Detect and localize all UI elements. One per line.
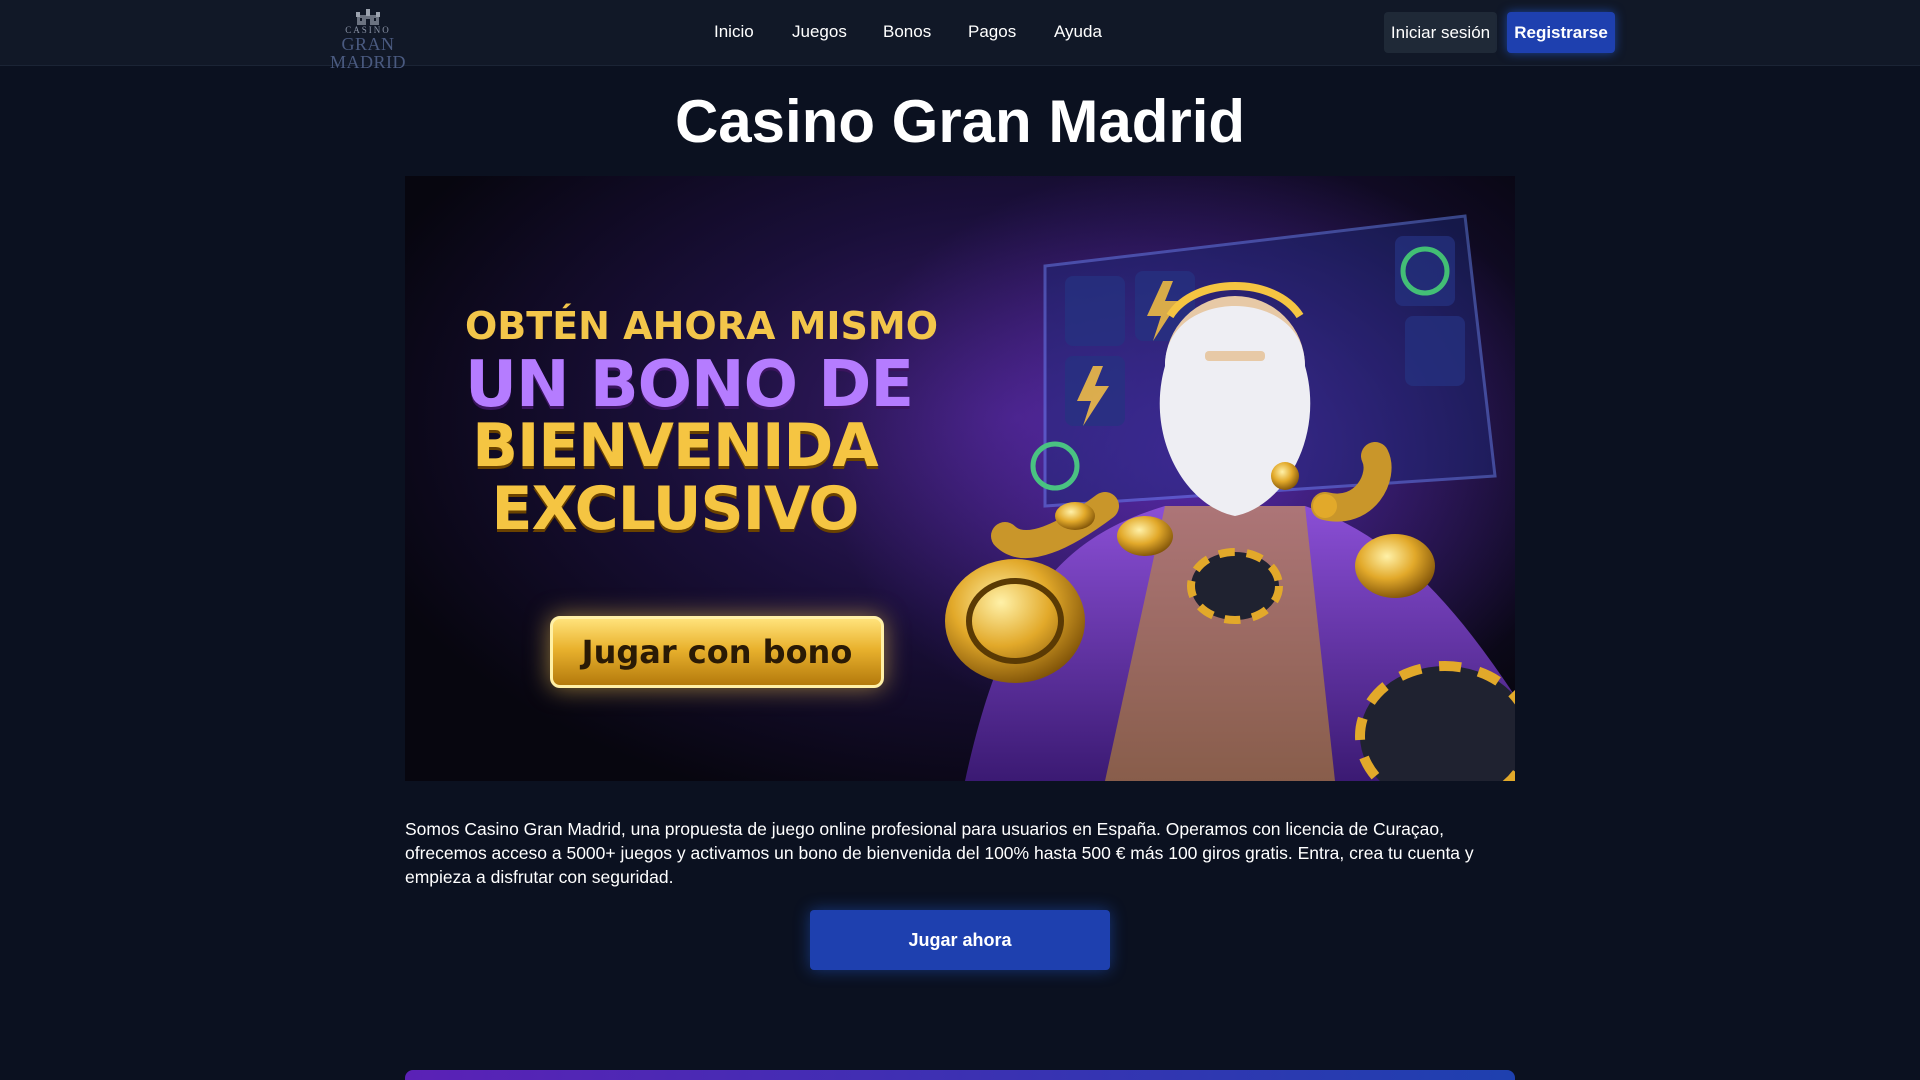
banner-headline-3: BIENVENIDA [472, 411, 878, 481]
nav-item-juegos[interactable]: Juegos [792, 22, 847, 42]
banner-headline-4: EXCLUSIVO [491, 474, 860, 544]
page-title: Casino Gran Madrid [674, 88, 1246, 155]
nav-item-bonos[interactable]: Bonos [883, 22, 931, 42]
logo-big-text: GRAN MADRID [329, 34, 406, 72]
next-section-edge [405, 1070, 1515, 1080]
nav-item-inicio[interactable]: Inicio [714, 22, 754, 42]
site-logo[interactable]: CASINO GRAN MADRID [304, 8, 432, 71]
nav-item-pagos[interactable]: Pagos [968, 22, 1016, 42]
promo-banner[interactable]: OBTÉN AHORA MISMO UN BONO DE BIENVENIDA … [405, 176, 1515, 781]
play-now-button[interactable]: Jugar ahora [810, 910, 1110, 970]
nav-item-ayuda[interactable]: Ayuda [1054, 22, 1102, 42]
register-button[interactable]: Registrarse [1507, 12, 1615, 53]
play-with-bonus-button[interactable]: Jugar con bono [550, 616, 884, 688]
castle-crest-icon [356, 9, 380, 25]
top-navigation-bar: CASINO GRAN MADRID Inicio Juegos Bonos P… [0, 0, 1920, 71]
banner-headline-1: OBTÉN AHORA MISMO [465, 304, 939, 348]
intro-paragraph: Somos Casino Gran Madrid, una propuesta … [405, 819, 1474, 887]
login-button[interactable]: Iniciar sesión [1384, 12, 1497, 53]
